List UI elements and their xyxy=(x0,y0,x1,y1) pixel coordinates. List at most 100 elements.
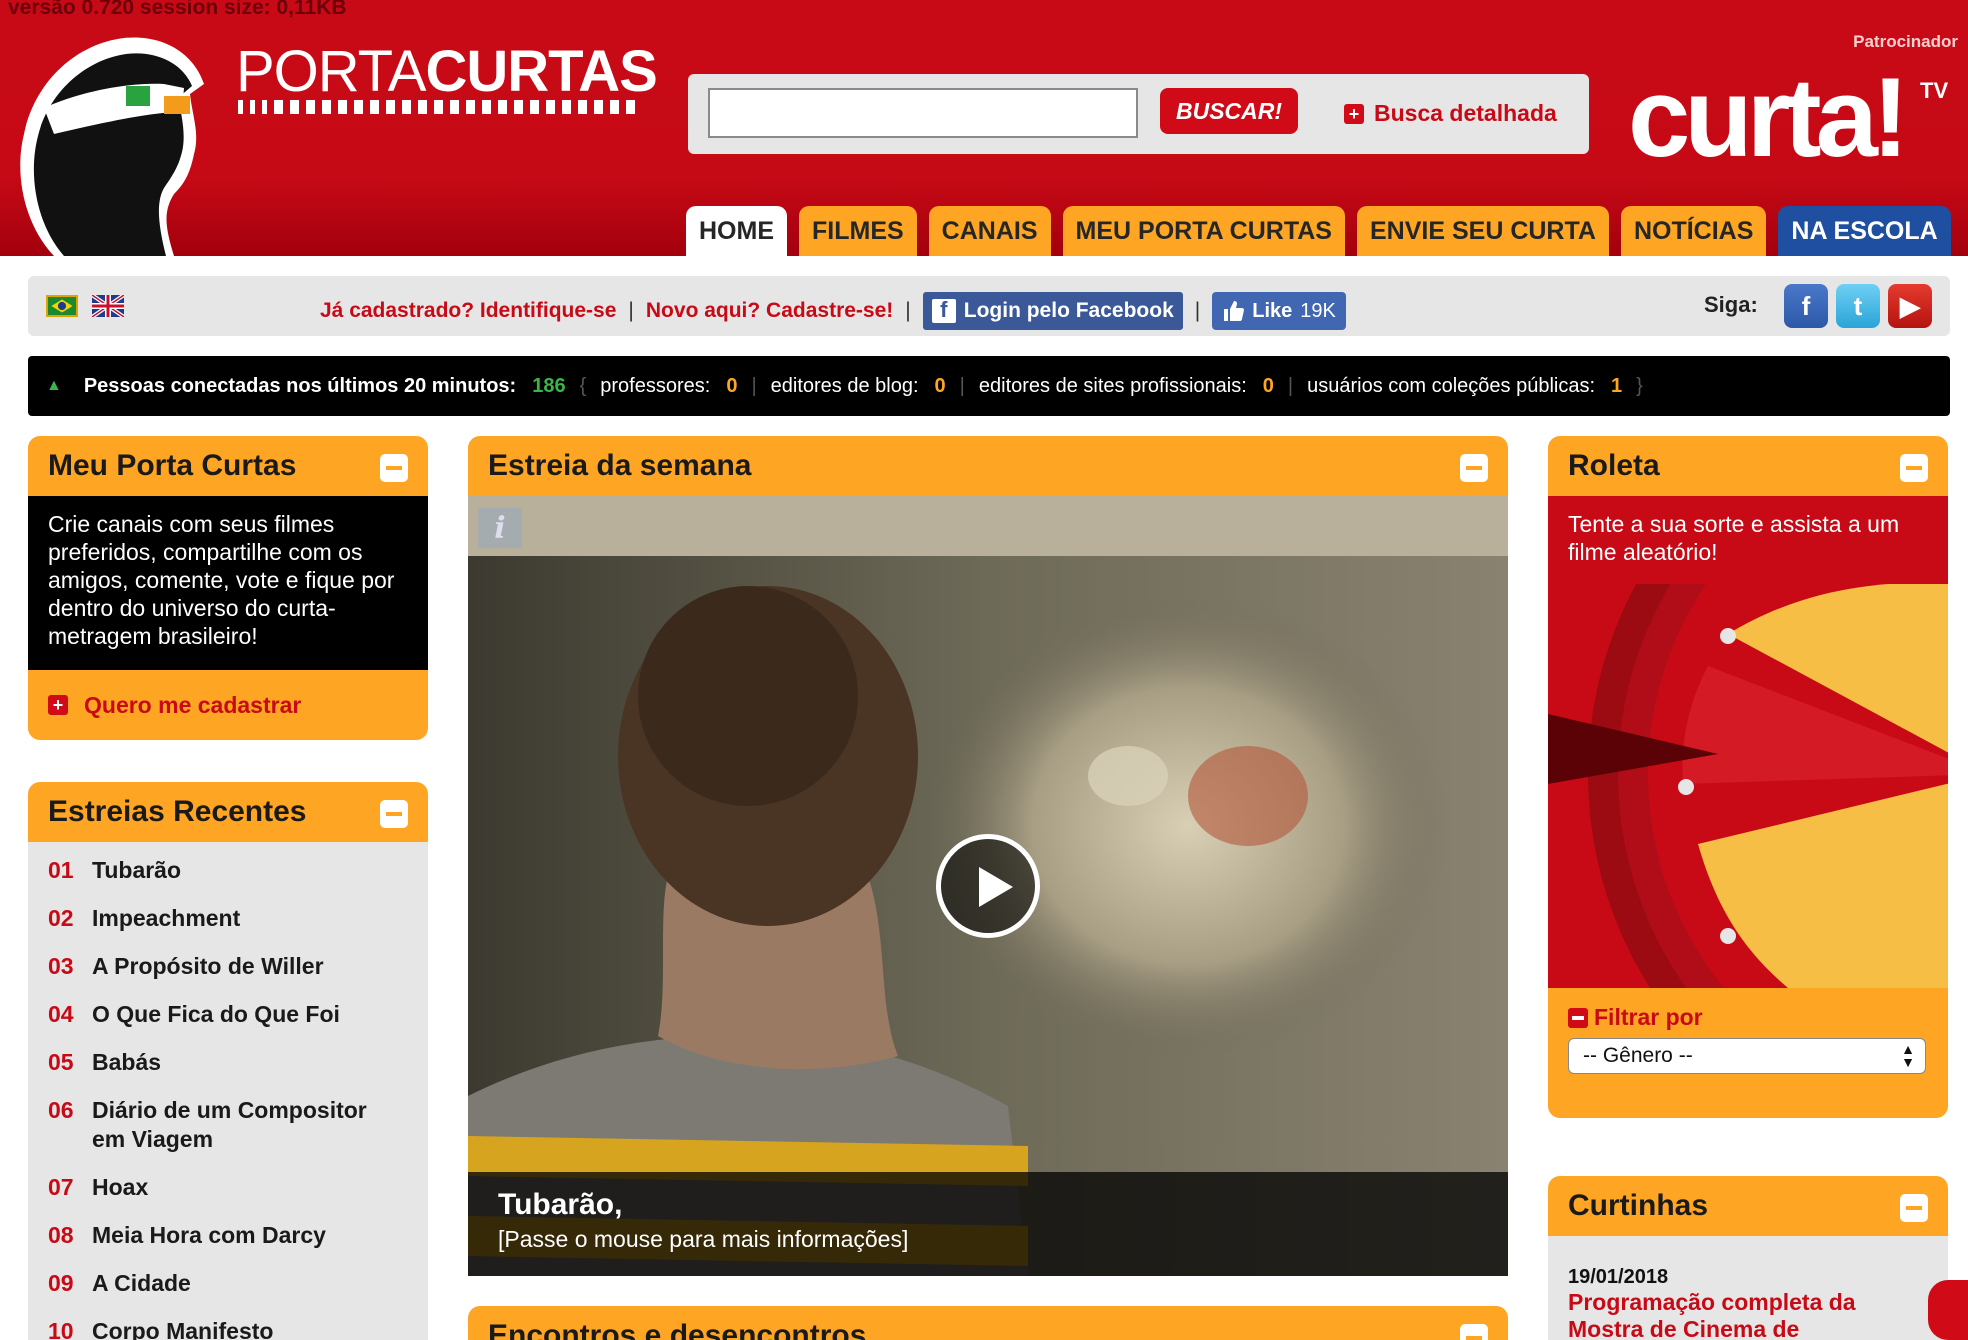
brace-open: { xyxy=(579,374,587,397)
film-title[interactable]: Tubarão, xyxy=(498,1188,1478,1222)
separator: | xyxy=(905,299,911,322)
list-item[interactable]: 07 Hoax xyxy=(28,1173,428,1202)
item-title: Diário de um Compositor em Viagem xyxy=(92,1097,367,1152)
tab-filmes[interactable]: FILMES xyxy=(799,206,917,256)
curta-tv-logo[interactable]: curta! TV xyxy=(1628,58,1958,168)
news-headline[interactable]: Programação completa da Mostra de Cinema… xyxy=(1568,1289,1928,1340)
plus-icon: + xyxy=(1344,103,1364,124)
item-title: O Que Fica do Que Foi xyxy=(92,1001,340,1027)
list-item[interactable]: 05 Babás xyxy=(28,1048,428,1077)
meu-porta-curtas-text: Crie canais com seus filmes preferidos, … xyxy=(28,496,428,670)
item-number: 09 xyxy=(48,1270,74,1296)
register-link[interactable]: Novo aqui? Cadastre-se! xyxy=(646,299,893,323)
roulette-wheel-graphic xyxy=(1548,584,1948,988)
video-caption: Tubarão, [Passe o mouse para mais inform… xyxy=(468,1172,1508,1276)
curtinhas-body: 19/01/2018 Programação completa da Mostr… xyxy=(1548,1236,1948,1340)
panel-title: Encontros e desencontros xyxy=(488,1319,867,1340)
tab-canais[interactable]: CANAIS xyxy=(928,206,1051,256)
tab-noticias[interactable]: NOTÍCIAS xyxy=(1620,206,1767,256)
mascot-logo[interactable] xyxy=(14,24,226,256)
list-item[interactable]: 01 Tubarão xyxy=(28,856,428,885)
separator: | xyxy=(628,299,634,322)
roleta-filter: Filtrar por -- Gênero -- ▲ ▼ xyxy=(1548,988,1948,1118)
tab-home[interactable]: HOME xyxy=(686,206,787,256)
facebook-login-button[interactable]: f Login pelo Facebook xyxy=(922,292,1183,330)
login-bar: Já cadastrado? Identifique-se | Novo aqu… xyxy=(28,276,1950,336)
online-users-bar: ▲ Pessoas conectadas nos últimos 20 minu… xyxy=(28,356,1950,416)
collapse-icon[interactable] xyxy=(1460,454,1488,482)
professores-count: 0 xyxy=(726,374,738,397)
filmstrip-decoration xyxy=(238,100,635,114)
genre-select[interactable]: -- Gênero -- ▲ ▼ xyxy=(1568,1038,1926,1074)
panel-title: Estreias Recentes xyxy=(48,795,307,828)
item-number: 03 xyxy=(48,953,74,979)
estreias-recentes-header: Estreias Recentes xyxy=(28,782,428,842)
item-title: Babás xyxy=(92,1049,162,1075)
list-item[interactable]: 10 Corpo Manifesto xyxy=(28,1317,428,1340)
filter-toggle[interactable]: Filtrar por xyxy=(1568,1004,1703,1031)
item-number: 02 xyxy=(48,905,74,931)
portacurtas-logo[interactable]: PORTACURTAS xyxy=(236,38,658,105)
sites-count: 0 xyxy=(1262,374,1274,397)
thumbs-up-icon xyxy=(1224,301,1245,321)
tab-na-escola[interactable]: NA ESCOLA xyxy=(1778,206,1951,256)
info-icon[interactable]: i xyxy=(478,508,522,548)
roleta-header: Roleta xyxy=(1548,436,1948,496)
sites-label: editores de sites profissionais: xyxy=(978,374,1247,397)
minus-icon xyxy=(1568,1007,1588,1028)
panel-title: Roleta xyxy=(1568,449,1660,482)
sponsor-tv-text: TV xyxy=(1920,78,1948,103)
search-button[interactable]: BUSCAR! xyxy=(1160,88,1298,134)
collapse-icon[interactable] xyxy=(380,800,408,828)
search-box: BUSCAR! + Busca detalhada xyxy=(688,74,1589,154)
search-input[interactable] xyxy=(708,88,1138,138)
list-item[interactable]: 04 O Que Fica do Que Foi xyxy=(28,1000,428,1029)
colecoes-count: 1 xyxy=(1611,374,1623,397)
follow-label: Siga: xyxy=(1704,292,1758,317)
encontros-header: Encontros e desencontros xyxy=(468,1306,1508,1340)
brazil-flag-icon[interactable] xyxy=(46,295,78,317)
plus-icon: + xyxy=(48,695,68,715)
item-title: Impeachment xyxy=(92,905,241,931)
collapse-icon[interactable] xyxy=(380,454,408,482)
curtinhas-header: Curtinhas xyxy=(1548,1176,1948,1236)
list-item[interactable]: 03 A Propósito de Willer xyxy=(28,952,428,981)
panel-title: Estreia da semana xyxy=(488,449,752,482)
meu-porta-curtas-header: Meu Porta Curtas xyxy=(28,436,428,496)
facebook-social-icon[interactable]: f xyxy=(1784,284,1828,328)
identify-link[interactable]: Já cadastrado? Identifique-se xyxy=(320,299,616,323)
roulette-wheel[interactable] xyxy=(1548,584,1948,988)
list-item[interactable]: 09 A Cidade xyxy=(28,1269,428,1298)
item-title: A Cidade xyxy=(92,1270,191,1296)
collapse-icon[interactable] xyxy=(1900,1194,1928,1222)
play-icon[interactable] xyxy=(936,834,1040,938)
register-cta-label: Quero me cadastrar xyxy=(84,691,302,718)
collapse-icon[interactable] xyxy=(1460,1324,1488,1340)
list-item[interactable]: 02 Impeachment xyxy=(28,904,428,933)
site-header: versão 0.720 session size: 0,11KB PORTAC… xyxy=(0,0,1968,256)
youtube-social-icon[interactable]: ▶ xyxy=(1888,284,1932,328)
brace-close: } xyxy=(1636,374,1643,397)
item-number: 04 xyxy=(48,1001,74,1027)
featured-video[interactable]: i Tubarão, [Passe o mouse para mais info… xyxy=(468,496,1508,1276)
collapse-icon[interactable] xyxy=(1900,454,1928,482)
item-number: 07 xyxy=(48,1174,74,1200)
facebook-like-button[interactable]: Like 19K xyxy=(1212,292,1346,330)
uk-flag-icon[interactable] xyxy=(92,295,124,317)
register-cta[interactable]: + Quero me cadastrar xyxy=(28,670,428,740)
online-label: Pessoas conectadas nos últimos 20 minuto… xyxy=(83,374,517,397)
logo-light-text: PORTA xyxy=(236,39,426,104)
item-number: 08 xyxy=(48,1222,74,1248)
tab-meu-porta-curtas[interactable]: MEU PORTA CURTAS xyxy=(1062,206,1345,256)
tab-envie-seu-curta[interactable]: ENVIE SEU CURTA xyxy=(1357,206,1609,256)
feedback-tab[interactable] xyxy=(1928,1280,1968,1340)
separator: | xyxy=(1287,374,1294,397)
list-item[interactable]: 08 Meia Hora com Darcy xyxy=(28,1221,428,1250)
roleta-text: Tente a sua sorte e assista a um filme a… xyxy=(1548,496,1948,584)
panel-title: Meu Porta Curtas xyxy=(48,449,297,482)
list-item[interactable]: 06 Diário de um Compositor em Viagem xyxy=(28,1096,428,1154)
twitter-social-icon[interactable]: t xyxy=(1836,284,1880,328)
genre-selected: -- Gênero -- xyxy=(1583,1044,1693,1067)
item-number: 06 xyxy=(48,1097,74,1123)
advanced-search-link[interactable]: + Busca detalhada xyxy=(1344,100,1557,127)
